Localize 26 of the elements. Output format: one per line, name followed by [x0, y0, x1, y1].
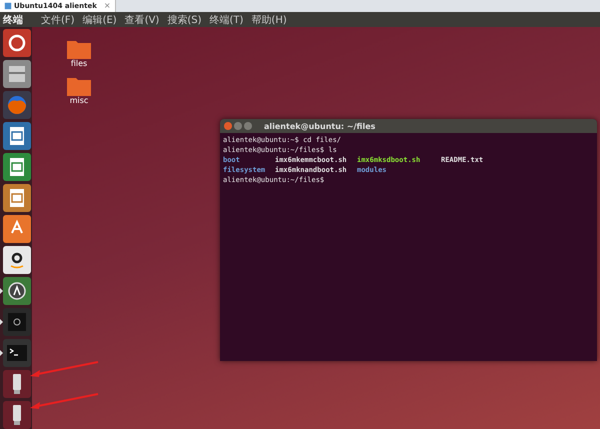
usb-drive-icon[interactable]: [3, 370, 31, 398]
close-button[interactable]: [224, 122, 232, 130]
annotation-arrow: [30, 393, 100, 411]
app-name: 终端: [3, 14, 23, 26]
menu-item[interactable]: 搜索(S): [167, 12, 202, 26]
annotation-arrow: [30, 361, 100, 379]
folder-icon[interactable]: [67, 76, 91, 96]
folder-label: misc: [70, 96, 88, 105]
spreadsheet-icon[interactable]: [3, 153, 31, 181]
file-cabinet-icon[interactable]: [3, 60, 31, 88]
vm-icon: [4, 2, 12, 10]
browser-icon[interactable]: [3, 91, 31, 119]
presentation-icon[interactable]: [3, 184, 31, 212]
maximize-button[interactable]: [244, 122, 252, 130]
folder-label: files: [70, 59, 88, 68]
close-button[interactable]: ×: [104, 2, 111, 10]
document-icon[interactable]: [3, 122, 31, 150]
menu-item[interactable]: 帮助(H): [251, 12, 287, 26]
folder-icon[interactable]: [67, 39, 91, 59]
usb-drive-icon[interactable]: [3, 401, 31, 429]
minimize-button[interactable]: [234, 122, 242, 130]
menu-item[interactable]: 终端(T): [210, 12, 244, 26]
menu-item[interactable]: 文件(F): [41, 12, 75, 26]
window-title: alientek@ubuntu: ~/files: [264, 122, 376, 130]
menu-item[interactable]: 编辑(E): [82, 12, 117, 26]
menu-item[interactable]: 查看(V): [124, 12, 160, 26]
